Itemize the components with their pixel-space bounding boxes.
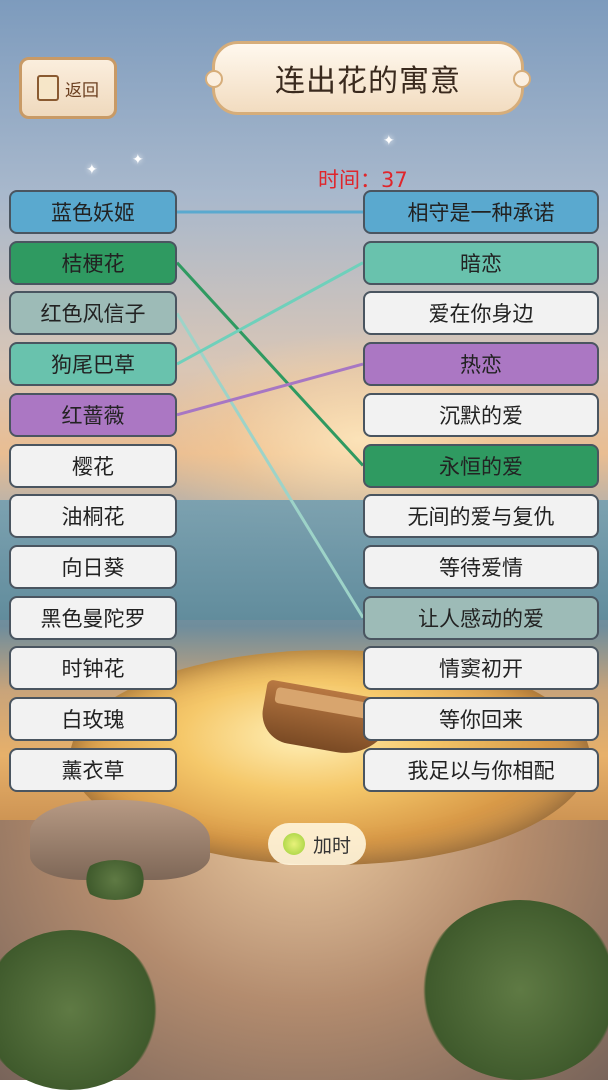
connection-line [176, 362, 364, 417]
flower-card[interactable]: 红蔷薇 [9, 393, 177, 437]
back-button[interactable]: 返回 [19, 57, 117, 119]
meaning-card[interactable]: 沉默的爱 [363, 393, 599, 437]
flower-card[interactable]: 时钟花 [9, 646, 177, 690]
connection-line [175, 261, 365, 467]
connection-line [175, 312, 365, 619]
flower-card[interactable]: 狗尾巴草 [9, 342, 177, 386]
flower-card[interactable]: 蓝色妖姬 [9, 190, 177, 234]
meaning-card[interactable]: 暗恋 [363, 241, 599, 285]
flower-card[interactable]: 红色风信子 [9, 291, 177, 335]
connection-lines [175, 210, 365, 619]
meaning-card[interactable]: 让人感动的爱 [363, 596, 599, 640]
meaning-card[interactable]: 相守是一种承诺 [363, 190, 599, 234]
meaning-card[interactable]: 等你回来 [363, 697, 599, 741]
flower-card[interactable]: 向日葵 [9, 545, 177, 589]
flower-card[interactable]: 黑色曼陀罗 [9, 596, 177, 640]
flower-card[interactable]: 油桐花 [9, 494, 177, 538]
meaning-card[interactable]: 等待爱情 [363, 545, 599, 589]
add-time-label: 加时 [312, 834, 351, 857]
leaf-icon [282, 833, 305, 855]
flower-card[interactable]: 薰衣草 [9, 748, 177, 792]
meaning-card[interactable]: 我足以与你相配 [363, 748, 599, 792]
add-time-button[interactable]: 加时 [268, 823, 366, 865]
meaning-card[interactable]: 情窦初开 [363, 646, 599, 690]
scroll-icon [37, 75, 59, 101]
meaning-card[interactable]: 永恒的爱 [363, 444, 599, 488]
meaning-card[interactable]: 热恋 [363, 342, 599, 386]
flower-card[interactable]: 白玫瑰 [9, 697, 177, 741]
flower-card[interactable]: 樱花 [9, 444, 177, 488]
back-label: 返回 [65, 80, 99, 101]
meaning-card[interactable]: 爱在你身边 [363, 291, 599, 335]
connection-line [176, 261, 364, 366]
flower-card[interactable]: 桔梗花 [9, 241, 177, 285]
page-title: 连出花的寓意 [205, 41, 531, 115]
meaning-card[interactable]: 无间的爱与复仇 [363, 494, 599, 538]
